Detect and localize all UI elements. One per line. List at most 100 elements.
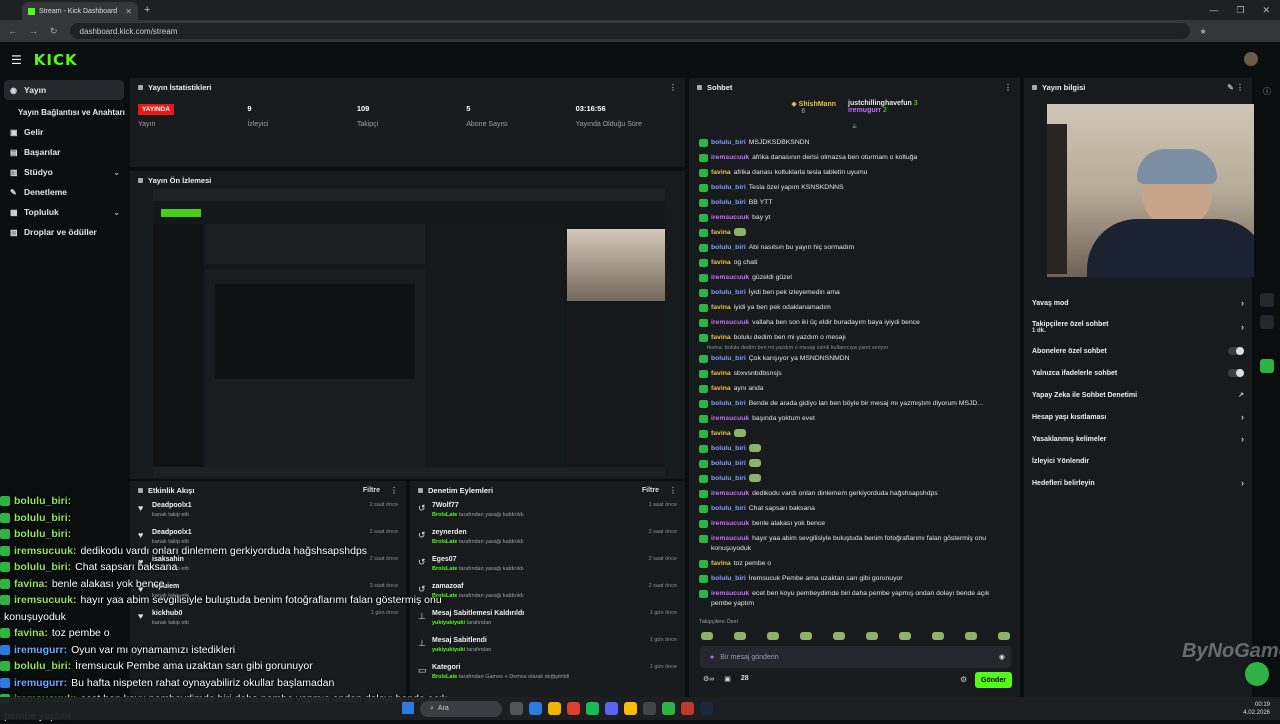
chat-username[interactable]: bolulu_biri <box>711 199 746 206</box>
wrench-icon[interactable] <box>1260 315 1274 329</box>
chat-message[interactable]: bolulu_biriTesla özel yapım KSNSKDNNS <box>689 183 1020 193</box>
chat-message[interactable]: favinabolulu dedim ben mi yazdım o mesaj… <box>689 333 1020 343</box>
chat-message[interactable]: iremsucuukbaşında yoktum evet <box>689 414 1020 424</box>
setting-emote-chat[interactable]: Yalnızca ifadelerle sohbet <box>1024 362 1252 384</box>
taskview-icon[interactable] <box>510 702 523 715</box>
chat-username[interactable]: bolulu_biri <box>711 244 746 251</box>
emote-icon[interactable] <box>899 632 911 640</box>
collapse-icon[interactable]: ⩮ <box>689 122 1020 136</box>
emote-icon[interactable] <box>800 632 812 640</box>
chat-username[interactable]: bolulu_biri <box>711 139 746 146</box>
subscribers-toggle[interactable] <box>1228 347 1244 355</box>
chat-message[interactable]: iremsucuukhayır yaa abim sevgilisiyle bu… <box>689 534 1020 554</box>
setting-goals[interactable]: Hedefleri belirleyin› <box>1024 472 1252 494</box>
chat-username[interactable]: iremsucuuk <box>711 154 749 161</box>
chat-message[interactable]: favinatoz pembe o <box>689 559 1020 569</box>
back-icon[interactable]: ← <box>8 26 17 37</box>
chat-message[interactable]: iremsucuukvallaha ben son iki üç eldir b… <box>689 318 1020 328</box>
star-icon[interactable]: ★ <box>1200 27 1207 36</box>
edit-icon[interactable]: ✎ ⋮ <box>1227 83 1244 92</box>
chat-message[interactable]: favinaafrika danası koltuklarla tesla ta… <box>689 168 1020 178</box>
emote-icon[interactable] <box>833 632 845 640</box>
edge-icon[interactable] <box>529 702 542 715</box>
setting-banned-words[interactable]: Yasaklanmış kelimeler› <box>1024 428 1252 450</box>
filter-button[interactable]: Filtre <box>642 487 659 494</box>
chat-username[interactable]: iremsucuuk <box>711 520 749 527</box>
gifter-2[interactable]: justchillinghavefun 3iremugurr 2 <box>848 100 918 122</box>
sidebar-item-achievements[interactable]: ▤Başarılar <box>0 142 128 162</box>
chat-message[interactable]: iremsucuukafrika danasının derisi olmazs… <box>689 153 1020 163</box>
chat-message[interactable]: bolulu_biriMSJDKSDBKSNDN <box>689 138 1020 148</box>
taskbar-search[interactable]: ⌕Ara <box>420 701 502 717</box>
info-icon[interactable]: ⓘ <box>1260 86 1274 100</box>
sidebar-item-moderation[interactable]: ✎Denetleme <box>0 182 128 202</box>
sidebar-item-stream[interactable]: ◉Yayın <box>4 80 124 100</box>
user-avatar[interactable] <box>1244 52 1258 66</box>
chat-username[interactable]: bolulu_biri <box>711 505 746 512</box>
chat-message[interactable]: bolulu_biri <box>689 474 1020 484</box>
users-icon[interactable]: ▣ <box>724 675 731 683</box>
chat-message[interactable]: favina <box>689 228 1020 238</box>
microphone-icon[interactable]: ● <box>710 654 714 661</box>
reload-icon[interactable]: ↻ <box>50 26 58 37</box>
chat-username[interactable]: iremsucuuk <box>711 319 749 326</box>
chat-message[interactable]: favinaaynı anda <box>689 384 1020 394</box>
sidebar-item-studio[interactable]: ▥Stüdyo⌄ <box>0 162 128 182</box>
chat-username[interactable]: favina <box>711 430 731 437</box>
chat-username[interactable]: iremsucuuk <box>711 214 749 221</box>
panel-toggle-icon[interactable] <box>1260 293 1274 307</box>
chat-message[interactable]: favinaog chati <box>689 258 1020 268</box>
setting-slow-mode[interactable]: Yavaş mod› <box>1024 292 1252 314</box>
emote-icon[interactable] <box>866 632 878 640</box>
chat-username[interactable]: bolulu_biri <box>711 460 746 467</box>
gifter-1[interactable]: ◆ ShishMann6 <box>791 100 836 122</box>
emote-icon[interactable] <box>701 632 713 640</box>
clock[interactable]: 00:194.02.2026 <box>1243 701 1270 717</box>
chat-message[interactable]: iremsucuukdedikodu vardı onları dinlemem… <box>689 489 1020 499</box>
chat-message[interactable]: bolulu_biri <box>689 459 1020 469</box>
emote-icon[interactable] <box>998 632 1010 640</box>
gear-icon[interactable]: ⚙ <box>960 675 967 684</box>
chat-username[interactable]: iremsucuuk <box>711 490 749 497</box>
emote-icon[interactable] <box>767 632 779 640</box>
app-icon[interactable] <box>643 702 656 715</box>
users-icon[interactable] <box>1260 337 1274 351</box>
emoji-icon[interactable]: ◉ <box>999 653 1005 661</box>
steam-icon[interactable] <box>700 702 713 715</box>
chat-username[interactable]: bolulu_biri <box>711 575 746 582</box>
sidebar-item-community[interactable]: ▦Topluluk⌄ <box>0 202 128 222</box>
settings-icon[interactable]: ⚙∞ <box>703 675 714 683</box>
chat-username[interactable]: favina <box>711 385 731 392</box>
chat-message[interactable]: favina <box>689 429 1020 439</box>
chat-username[interactable]: iremsucuuk <box>711 274 749 281</box>
chat-username[interactable]: favina <box>711 560 731 567</box>
kick-logo[interactable]: KICK <box>34 51 78 69</box>
chat-input[interactable]: ● Bir mesaj gönderin ◉ <box>700 646 1011 668</box>
chat-message[interactable]: bolulu_biriİyidi ben pek izleyemedin ama <box>689 288 1020 298</box>
chat-username[interactable]: bolulu_biri <box>711 400 746 407</box>
chat-message[interactable]: bolulu_biri <box>689 444 1020 454</box>
more-options-icon[interactable]: ⋮ <box>669 83 677 92</box>
windows-start-icon[interactable] <box>402 702 414 714</box>
chat-message[interactable]: favinaiyidi ya ben pek odaklanamadım <box>689 303 1020 313</box>
chat-message[interactable]: bolulu_biriBende de arada gidiyo lan ben… <box>689 399 1020 409</box>
more-options-icon[interactable]: ⋮ <box>669 486 677 495</box>
browser-tab[interactable]: Stream - Kick Dashboard ✕ <box>22 2 138 20</box>
more-options-icon[interactable]: ⋮ <box>1004 83 1012 92</box>
setting-subscribers-chat[interactable]: Abonelere özel sohbet <box>1024 340 1252 362</box>
send-button[interactable]: Gönder <box>975 672 1012 688</box>
minimize-icon[interactable]: — <box>1209 5 1218 16</box>
close-tab-icon[interactable]: ✕ <box>125 7 132 16</box>
chat-username[interactable]: favina <box>711 370 731 377</box>
sidebar-item-revenue[interactable]: ▣Gelir <box>0 122 128 142</box>
chat-username[interactable]: favina <box>711 169 731 176</box>
setting-account-age[interactable]: Hesap yaşı kısıtlaması› <box>1024 406 1252 428</box>
chat-username[interactable]: favina <box>711 334 731 341</box>
app-icon[interactable] <box>567 702 580 715</box>
chat-username[interactable]: bolulu_biri <box>711 184 746 191</box>
new-tab-icon[interactable]: + <box>144 4 150 16</box>
app-icon[interactable] <box>662 702 675 715</box>
chat-username[interactable]: bolulu_biri <box>711 445 746 452</box>
chat-username[interactable]: iremsucuuk <box>711 415 749 422</box>
chat-message[interactable]: iremsucuukgüzeldi güzel <box>689 273 1020 283</box>
